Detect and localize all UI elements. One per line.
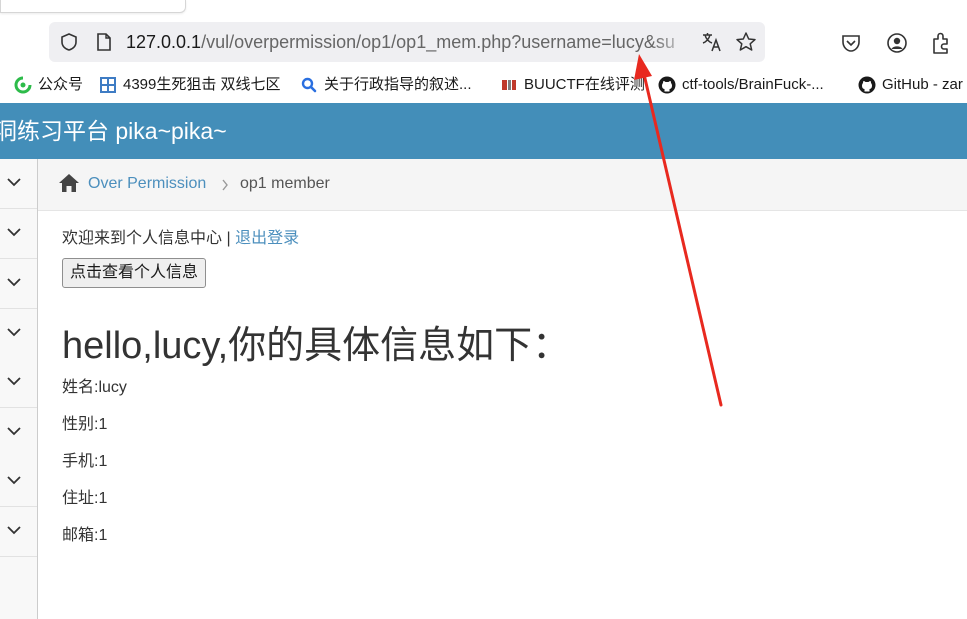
url-text[interactable]: 127.0.0.1/vul/overpermission/op1/op1_mem… bbox=[126, 22, 692, 62]
field-phone: 手机:1 bbox=[62, 453, 108, 470]
bookmark-label: 公众号 bbox=[38, 76, 84, 93]
shield-icon[interactable] bbox=[59, 32, 79, 52]
buu-icon bbox=[502, 80, 516, 90]
address-bar[interactable]: 127.0.0.1/vul/overpermission/op1/op1_mem… bbox=[49, 22, 765, 62]
sidebar-item-8[interactable] bbox=[0, 507, 37, 557]
field-gender: 性别:1 bbox=[62, 416, 108, 433]
sidebar-item-2[interactable] bbox=[0, 209, 37, 259]
star-icon[interactable] bbox=[735, 31, 757, 53]
page-header: 洞练习平台 pika~pika~ bbox=[0, 103, 967, 159]
breadcrumb-link-over-permission[interactable]: Over Permission bbox=[88, 175, 206, 193]
sidebar-item-3[interactable] bbox=[0, 259, 37, 309]
url-fade bbox=[652, 22, 694, 62]
sidebar-item-6[interactable] bbox=[0, 408, 37, 458]
chevron-down-icon bbox=[7, 278, 21, 287]
account-icon[interactable] bbox=[886, 32, 908, 54]
profile-heading: hello,lucy,你的具体信息如下： bbox=[62, 325, 571, 367]
browser-tab[interactable] bbox=[0, 0, 186, 13]
home-icon[interactable] bbox=[58, 173, 80, 193]
bookmark-label: 关于行政指导的叙述... bbox=[324, 76, 472, 93]
site-title[interactable]: 洞练习平台 pika~pika~ bbox=[0, 103, 227, 159]
bookmark-label: ctf-tools/BrainFuck-... bbox=[682, 76, 824, 93]
page-icon[interactable] bbox=[95, 32, 113, 52]
chevron-down-icon bbox=[7, 228, 21, 237]
sidebar-item-4[interactable] bbox=[0, 309, 37, 359]
chevron-down-icon bbox=[7, 377, 21, 386]
search-icon bbox=[301, 77, 317, 93]
main-content: 欢迎来到个人信息中心 | 退出登录 点击查看个人信息 hello,lucy,你的… bbox=[62, 210, 942, 610]
wechat-icon bbox=[14, 76, 32, 94]
bookmark-label: BUUCTF在线评测 bbox=[524, 76, 645, 93]
url-path: /vul/overpermission/op1/op1_mem.php?user… bbox=[201, 32, 665, 52]
welcome-text: 欢迎来到个人信息中心 bbox=[62, 230, 223, 247]
browser-chrome: 127.0.0.1/vul/overpermission/op1/op1_mem… bbox=[0, 0, 967, 103]
chevron-down-icon bbox=[7, 526, 21, 535]
chevron-down-icon bbox=[7, 328, 21, 337]
chevron-down-icon bbox=[7, 476, 21, 485]
view-profile-button[interactable]: 点击查看个人信息 bbox=[62, 258, 206, 288]
sidebar bbox=[0, 159, 38, 619]
field-email: 邮箱:1 bbox=[62, 527, 108, 544]
sidebar-item-7[interactable] bbox=[0, 457, 37, 507]
bookmark-label: 4399生死狙击 双线七区 bbox=[123, 76, 281, 93]
pocket-icon[interactable] bbox=[840, 32, 862, 54]
welcome-separator: | bbox=[222, 230, 236, 247]
bookmarks-bar: 公众号 4399生死狙击 双线七区 关于行政指导的叙述... BUUCTF在线评… bbox=[0, 70, 967, 100]
chevron-down-icon bbox=[7, 178, 21, 187]
translate-icon[interactable] bbox=[701, 31, 723, 53]
chevron-right-icon bbox=[222, 179, 228, 191]
extensions-icon[interactable] bbox=[930, 31, 952, 55]
sidebar-item-1[interactable] bbox=[0, 159, 37, 209]
welcome-line: 欢迎来到个人信息中心 | 退出登录 bbox=[62, 224, 299, 248]
bookmark-label: GitHub - zar bbox=[882, 76, 963, 93]
url-host: 127.0.0.1 bbox=[126, 32, 202, 52]
breadcrumb-current: op1 member bbox=[240, 175, 330, 192]
breadcrumb: Over Permission op1 member bbox=[38, 159, 967, 211]
grid-icon bbox=[100, 77, 116, 93]
field-address: 住址:1 bbox=[62, 490, 108, 507]
sidebar-item-5[interactable] bbox=[0, 358, 37, 408]
chevron-down-icon bbox=[7, 427, 21, 436]
github-icon bbox=[658, 76, 676, 94]
logout-link[interactable]: 退出登录 bbox=[235, 230, 299, 247]
github-icon bbox=[858, 76, 876, 94]
field-name: 姓名:lucy bbox=[62, 379, 127, 396]
